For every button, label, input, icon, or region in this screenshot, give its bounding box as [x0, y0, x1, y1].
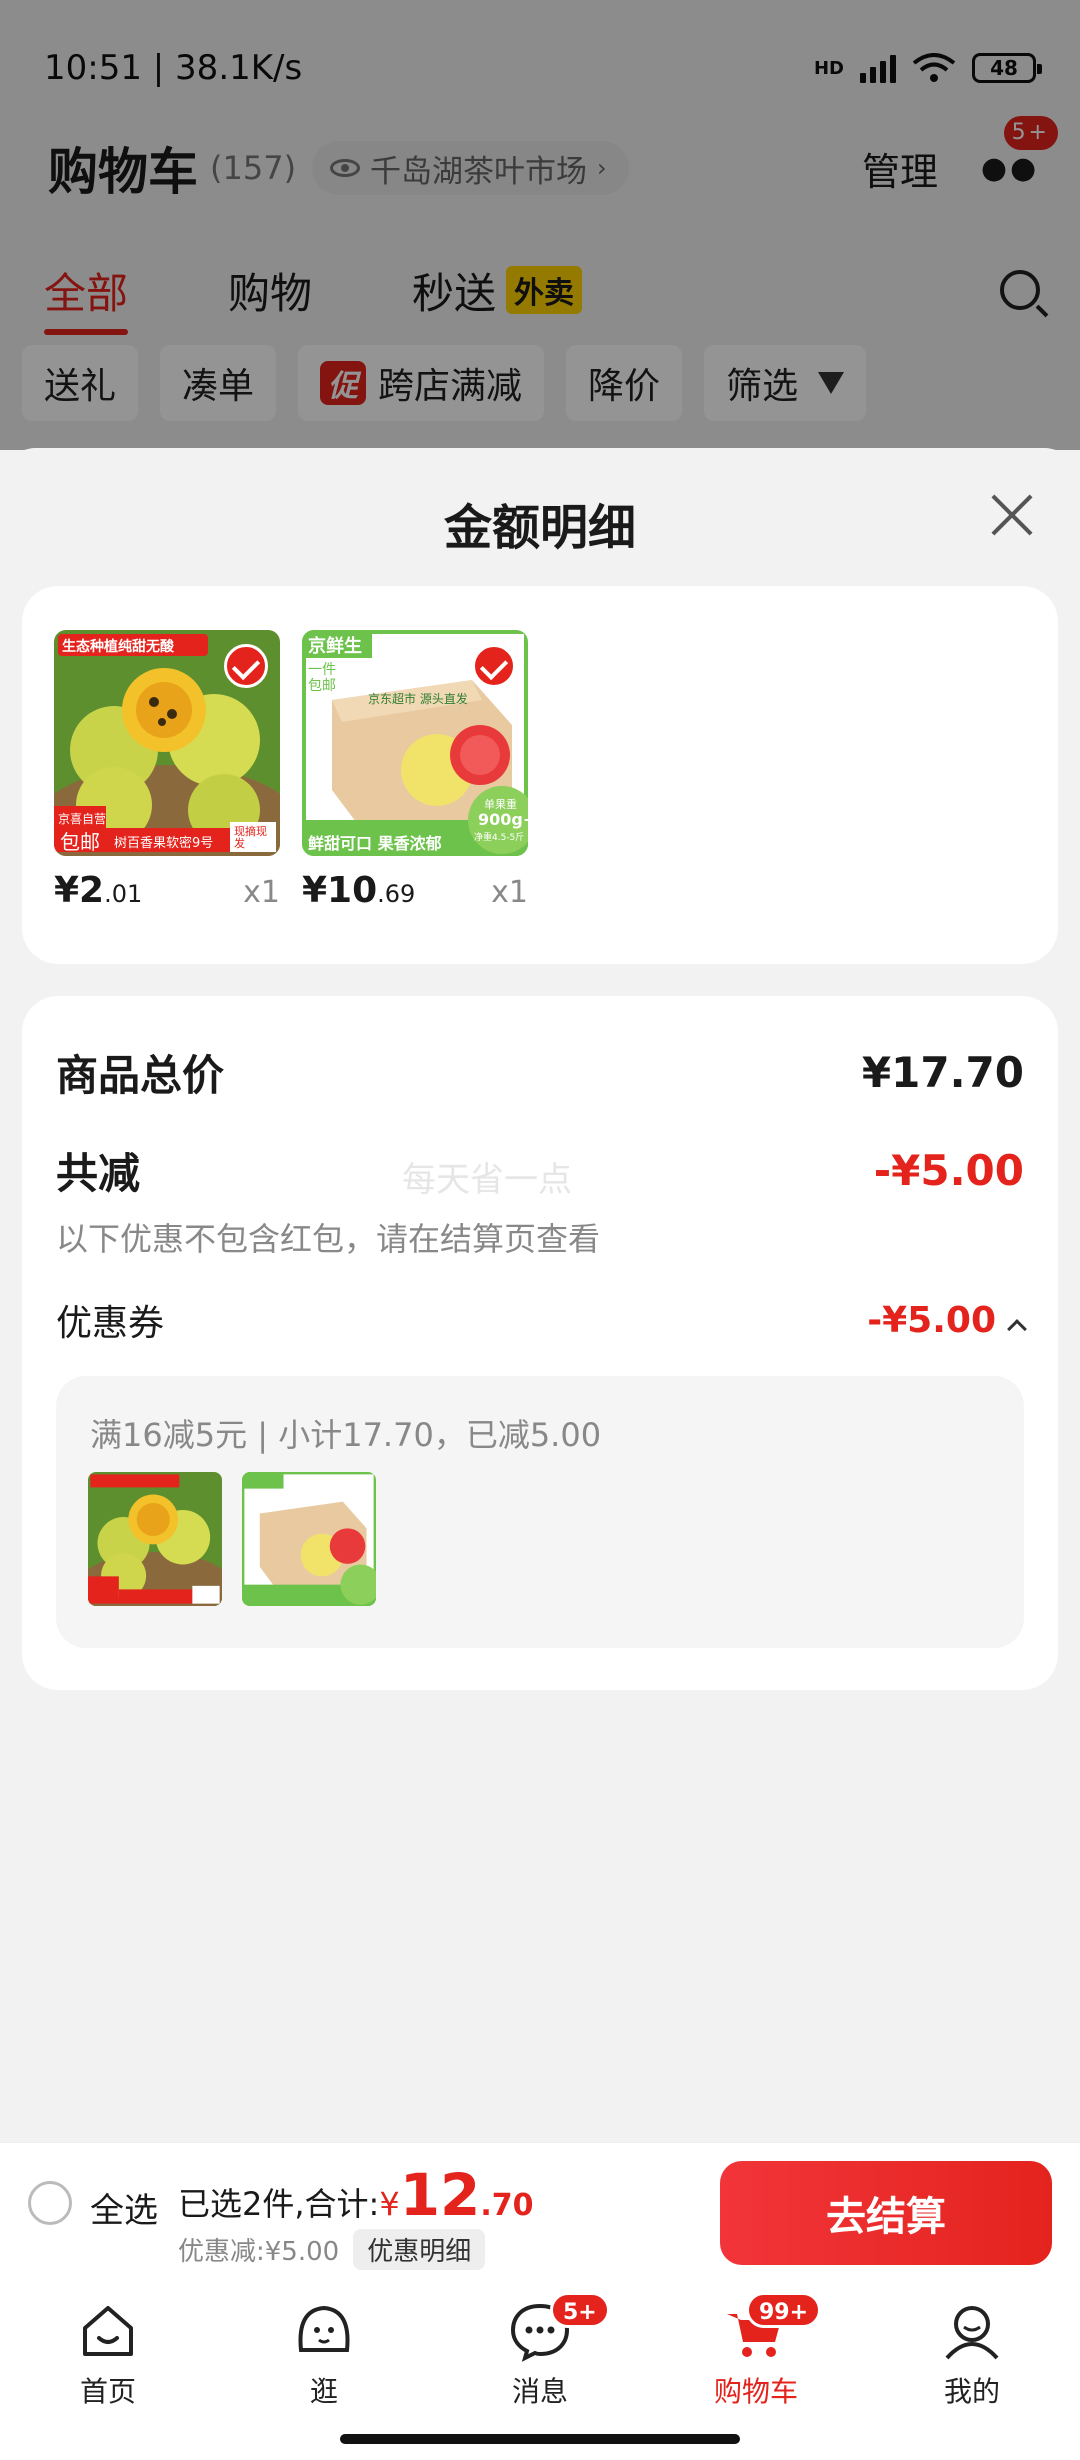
select-all-label[interactable]: 全选: [90, 2183, 158, 2232]
chevron-up-icon: [1007, 1318, 1027, 1339]
coupon-detail-box: 满16减5元 | 小计17.70，已减5.00: [56, 1376, 1024, 1648]
sheet-title: 金额明细: [443, 500, 636, 556]
product-image: 京鲜生 一件包邮 京东超市 源头直发 单果重 900g+ 净重4.5-5斤 鲜甜…: [302, 630, 528, 856]
tab-cart-label: 购物车: [713, 2375, 798, 2408]
slogan-label: 鲜甜可口 果香浓郁: [308, 834, 442, 853]
checked-icon: [472, 644, 516, 688]
close-icon[interactable]: [988, 490, 1036, 538]
modal-overlay[interactable]: [0, 0, 1080, 450]
item-quantity: x1: [243, 875, 280, 910]
tab-explore[interactable]: 逛: [216, 2280, 432, 2460]
coupon-value: -¥5.00: [867, 1299, 996, 1341]
home-indicator: [340, 2434, 740, 2444]
product-label-top: 生态种植纯甜无酸: [62, 639, 174, 655]
explore-icon: [298, 2305, 350, 2352]
reduction-note: 以下优惠不包含红包，请在结算页查看: [56, 1220, 601, 1258]
item-quantity: x1: [491, 875, 528, 910]
checkout-bar: 全选 已选2件,合计: ¥ 12 .70 优惠减:¥5.00 优惠明细 去结算: [0, 2142, 1080, 2280]
tab-profile[interactable]: 我的: [864, 2280, 1080, 2460]
currency-symbol: ¥: [379, 2185, 400, 2223]
amount-detail-sheet: 金额明细 生态种植纯甜无酸 京喜自营 包邮 树百香果软密9号 现摘现发 ¥2.0…: [0, 448, 1080, 2143]
self-op-label: 京喜自营: [58, 812, 107, 826]
free-shipping-badge: 包邮: [60, 830, 100, 854]
tab-home-label: 首页: [79, 2375, 136, 2408]
home-icon: [83, 2306, 133, 2356]
reduction-value: -¥5.00: [873, 1146, 1024, 1195]
total-price-row: 商品总价 ¥17.70: [56, 1042, 1024, 1103]
bottom-tab-bar: 首页 逛 消息 5+ 购物车 99+ 我的: [0, 2280, 1080, 2460]
items-card: 生态种植纯甜无酸 京喜自营 包邮 树百香果软密9号 现摘现发 ¥2.01 x1: [22, 586, 1058, 964]
checkout-button[interactable]: 去结算: [720, 2161, 1052, 2265]
discount-text: 优惠减:¥5.00: [178, 2237, 340, 2267]
checked-icon: [224, 644, 268, 688]
item-price: ¥2.01: [54, 870, 143, 911]
profile-icon: [945, 2306, 999, 2360]
tab-messages[interactable]: 消息 5+: [432, 2280, 648, 2460]
total-amount-int: 12: [399, 2161, 481, 2229]
box-label: 京东超市 源头直发: [368, 692, 468, 706]
product-image: 生态种植纯甜无酸 京喜自营 包邮 树百香果软密9号 现摘现发: [54, 630, 280, 856]
coupon-label: 优惠券: [56, 1303, 165, 1344]
selected-text: 已选2件,合计:: [178, 2185, 380, 2223]
select-all-radio[interactable]: [28, 2181, 72, 2225]
price-summary-card: 商品总价 ¥17.70 每天省一点 共减 -¥5.00 以下优惠不包含红包，请在…: [22, 996, 1058, 1690]
reduction-row: 共减 -¥5.00: [56, 1140, 1024, 1201]
cart-badge: 99+: [746, 2292, 822, 2328]
total-price-value: ¥17.70: [861, 1048, 1024, 1097]
coupon-item-thumb: [88, 1472, 222, 1606]
brand-label: 京鲜生: [308, 636, 362, 657]
discount-line: 优惠减:¥5.00 优惠明细: [178, 2229, 486, 2270]
tab-cart[interactable]: 购物车 99+: [648, 2280, 864, 2460]
total-line: 已选2件,合计: ¥ 12 .70: [178, 2161, 534, 2229]
product-item[interactable]: 生态种植纯甜无酸 京喜自营 包邮 树百香果软密9号 现摘现发 ¥2.01 x1: [54, 630, 280, 911]
ship-label: 一件包邮: [308, 662, 336, 694]
discount-detail-button[interactable]: 优惠明细: [353, 2229, 486, 2270]
coupon-item-thumb: [242, 1472, 376, 1606]
spec-label: 净重4.5-5斤: [474, 833, 525, 843]
product-item[interactable]: 京鲜生 一件包邮 京东超市 源头直发 单果重 900g+ 净重4.5-5斤 鲜甜…: [302, 630, 528, 911]
tab-home[interactable]: 首页: [0, 2280, 216, 2460]
messages-badge: 5+: [550, 2292, 610, 2328]
weight-label: 900g+: [478, 810, 528, 829]
tab-explore-label: 逛: [309, 2375, 338, 2408]
tab-messages-label: 消息: [511, 2375, 568, 2408]
coupon-detail-text: 满16减5元 | 小计17.70，已减5.00: [90, 1416, 602, 1454]
coupon-row[interactable]: 优惠券 -¥5.00: [56, 1294, 1027, 1346]
product-name-label: 树百香果软密9号: [114, 836, 214, 851]
total-price-label: 商品总价: [56, 1051, 225, 1100]
item-price: ¥10.69: [302, 870, 416, 911]
reduction-label: 共减: [56, 1149, 141, 1198]
total-amount-dec: .70: [480, 2188, 534, 2223]
fresh-tag: 现摘现发: [234, 825, 267, 850]
tab-profile-label: 我的: [943, 2375, 1000, 2408]
